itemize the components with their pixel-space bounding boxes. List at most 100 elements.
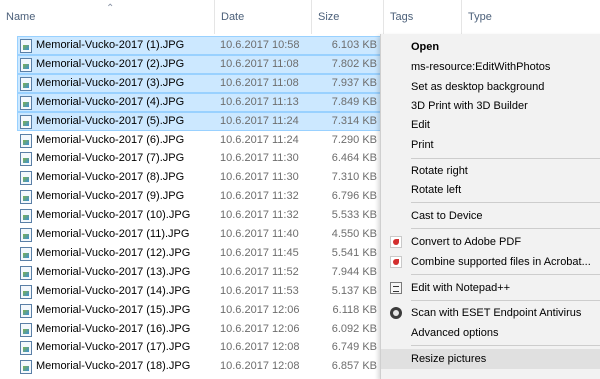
menu-item-convert-to-pdf[interactable]: Convert to Adobe PDF xyxy=(381,232,600,252)
file-row[interactable]: Memorial-Vucko-2017 (5).JPG 10.6.2017 11:… xyxy=(17,111,382,131)
file-row[interactable]: Memorial-Vucko-2017 (15).JPG 10.6.2017 12… xyxy=(17,301,382,320)
menu-item-label: Print xyxy=(411,139,434,151)
file-size: 4.550 KB xyxy=(331,228,377,240)
menu-item-edit-with-notepad[interactable]: Edit with Notepad++ xyxy=(381,278,600,298)
jpg-file-icon xyxy=(20,209,32,224)
file-row[interactable]: Memorial-Vucko-2017 (16).JPG 10.6.2017 12… xyxy=(17,320,382,339)
adobe-pdf-icon xyxy=(390,256,402,268)
menu-item-rotate-right[interactable]: Rotate right xyxy=(381,161,600,181)
jpg-file-icon xyxy=(20,284,32,299)
menu-item-scan-eset[interactable]: Scan with ESET Endpoint Antivirus xyxy=(381,303,600,323)
menu-item-label: ms-resource:EditWithPhotos xyxy=(411,61,551,73)
menu-item-rotate-left[interactable]: Rotate left xyxy=(381,180,600,200)
menu-separator xyxy=(411,228,600,229)
file-size: 6.464 KB xyxy=(331,152,377,165)
menu-item-label: Set as desktop background xyxy=(411,81,545,93)
file-date: 10.6.2017 11:53 xyxy=(220,284,299,297)
column-header-size[interactable]: Size xyxy=(311,0,383,34)
file-date: 10.6.2017 11:30 xyxy=(220,171,299,184)
column-header-type[interactable]: Type xyxy=(461,0,600,34)
jpg-file-icon xyxy=(20,114,32,129)
file-name: Memorial-Vucko-2017 (2).JPG xyxy=(36,57,185,70)
column-header-date[interactable]: Date xyxy=(214,0,311,34)
file-size: 6.857 KB xyxy=(331,360,377,373)
jpg-file-icon xyxy=(20,246,32,261)
file-row[interactable]: Memorial-Vucko-2017 (11).JPG 10.6.2017 11… xyxy=(17,225,382,244)
jpg-file-icon xyxy=(20,360,32,375)
menu-item-set-desktop-background[interactable]: Set as desktop background xyxy=(381,77,600,97)
jpg-file-icon xyxy=(20,171,32,186)
menu-item-label: Advanced options xyxy=(411,327,499,339)
file-row[interactable]: Memorial-Vucko-2017 (18).JPG 10.6.2017 12… xyxy=(17,357,382,376)
file-row[interactable]: Memorial-Vucko-2017 (12).JPG 10.6.2017 11… xyxy=(17,244,382,263)
column-header-tags[interactable]: Tags xyxy=(383,0,461,34)
file-size: 5.137 KB xyxy=(331,284,377,297)
menu-item-print[interactable]: Print xyxy=(381,135,600,155)
menu-separator xyxy=(411,345,600,346)
file-size: 6.796 KB xyxy=(331,190,377,203)
file-date: 10.6.2017 11:32 xyxy=(220,190,299,203)
file-name: Memorial-Vucko-2017 (14).JPG xyxy=(36,284,191,297)
context-menu: Open ms-resource:EditWithPhotos Set as d… xyxy=(380,34,600,379)
file-date: 10.6.2017 11:45 xyxy=(220,246,299,259)
file-name: Memorial-Vucko-2017 (1).JPG xyxy=(36,39,185,51)
menu-item-label: Cast to Device xyxy=(411,210,483,222)
file-row[interactable]: Memorial-Vucko-2017 (13).JPG 10.6.2017 11… xyxy=(17,263,382,282)
jpg-file-icon xyxy=(20,341,32,356)
menu-item-advanced-options[interactable]: Advanced options xyxy=(381,323,600,343)
menu-item-edit-with-photos[interactable]: ms-resource:EditWithPhotos xyxy=(381,57,600,77)
menu-item-label: Edit xyxy=(411,119,430,131)
file-row[interactable]: Memorial-Vucko-2017 (2).JPG 10.6.2017 11:… xyxy=(17,54,382,74)
menu-item-cast-to-device[interactable]: Cast to Device xyxy=(381,206,600,226)
file-row[interactable]: Memorial-Vucko-2017 (4).JPG 10.6.2017 11:… xyxy=(17,92,382,112)
file-row[interactable]: Memorial-Vucko-2017 (7).JPG 10.6.2017 11:… xyxy=(17,149,382,168)
file-row[interactable]: Memorial-Vucko-2017 (9).JPG 10.6.2017 11:… xyxy=(17,187,382,206)
file-size: 7.944 KB xyxy=(331,265,377,278)
file-name: Memorial-Vucko-2017 (5).JPG xyxy=(36,114,185,127)
file-date: 10.6.2017 11:32 xyxy=(220,209,299,222)
file-row[interactable]: Memorial-Vucko-2017 (17).JPG 10.6.2017 12… xyxy=(17,338,382,357)
menu-item-label: Resize pictures xyxy=(411,353,487,365)
file-date: 10.6.2017 11:24 xyxy=(220,133,299,146)
file-name: Memorial-Vucko-2017 (13).JPG xyxy=(36,265,191,278)
file-row[interactable]: Memorial-Vucko-2017 (14).JPG 10.6.2017 11… xyxy=(17,282,382,301)
jpg-file-icon xyxy=(20,152,32,167)
eset-shield-icon xyxy=(390,307,402,319)
file-name: Memorial-Vucko-2017 (10).JPG xyxy=(36,209,191,222)
file-size: 6.749 KB xyxy=(331,341,377,354)
jpg-file-icon xyxy=(20,76,32,91)
menu-item-combine-in-acrobat[interactable]: Combine supported files in Acrobat... xyxy=(381,252,600,272)
file-name: Memorial-Vucko-2017 (4).JPG xyxy=(36,95,185,108)
column-size-label: Size xyxy=(318,11,340,23)
file-name: Memorial-Vucko-2017 (9).JPG xyxy=(36,190,185,203)
file-row[interactable]: Memorial-Vucko-2017 (10).JPG 10.6.2017 11… xyxy=(17,206,382,225)
file-name: Memorial-Vucko-2017 (8).JPG xyxy=(36,171,185,184)
notepad-plus-plus-icon xyxy=(390,282,402,294)
jpg-file-icon xyxy=(20,322,32,337)
file-row[interactable]: Memorial-Vucko-2017 (3).JPG 10.6.2017 11:… xyxy=(17,73,382,93)
menu-item-label: Scan with ESET Endpoint Antivirus xyxy=(411,307,582,319)
file-row[interactable]: Memorial-Vucko-2017 (8).JPG 10.6.2017 11:… xyxy=(17,168,382,187)
jpg-file-icon xyxy=(20,190,32,205)
menu-item-open[interactable]: Open xyxy=(381,37,600,57)
file-size: 5.533 KB xyxy=(331,209,377,222)
menu-item-resize-pictures[interactable]: Resize pictures xyxy=(381,349,600,369)
menu-item-3d-print[interactable]: 3D Print with 3D Builder xyxy=(381,96,600,116)
file-size: 6.118 KB xyxy=(332,303,377,316)
file-date: 10.6.2017 11:13 xyxy=(220,95,299,108)
file-date: 10.6.2017 11:08 xyxy=(220,76,299,89)
file-row[interactable]: Memorial-Vucko-2017 (1).JPG 10.6.2017 10:… xyxy=(17,36,382,55)
column-type-label: Type xyxy=(468,11,492,23)
file-name: Memorial-Vucko-2017 (11).JPG xyxy=(36,228,190,240)
menu-item-edit[interactable]: Edit xyxy=(381,115,600,135)
file-name: Memorial-Vucko-2017 (17).JPG xyxy=(36,341,191,354)
file-name: Memorial-Vucko-2017 (3).JPG xyxy=(36,76,185,89)
file-row[interactable]: Memorial-Vucko-2017 (6).JPG 10.6.2017 11:… xyxy=(17,131,382,150)
menu-item-label: Convert to Adobe PDF xyxy=(411,236,522,248)
menu-item-label: Rotate right xyxy=(411,165,468,177)
file-date: 10.6.2017 11:30 xyxy=(220,152,299,165)
file-date: 10.6.2017 11:08 xyxy=(220,57,299,70)
file-size: 7.937 KB xyxy=(331,76,377,89)
menu-item-label: 3D Print with 3D Builder xyxy=(411,100,528,112)
menu-item-label: Combine supported files in Acrobat... xyxy=(411,256,591,268)
